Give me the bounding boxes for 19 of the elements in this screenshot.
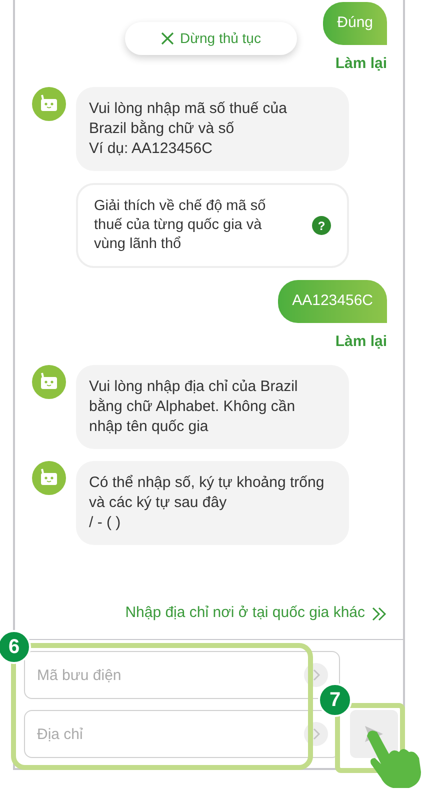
help-icon: ? [312,216,331,235]
other-country-link[interactable]: Nhập địa chỉ nơi ở tại quốc gia khác [125,602,365,625]
stop-procedure-button[interactable]: Dừng thủ tục [125,22,297,55]
close-icon [161,32,174,45]
info-card[interactable]: Giải thích về chế độ mã số thuế của từng quốc gia và vùng lãnh thổ ? [76,183,349,268]
double-chevron-icon [371,606,387,620]
bot-message-bubble: Vui lòng nhập mã số thuế của Brazil bằng chữ và số Ví dụ: AA123456C [76,87,349,171]
bot-message-bubble: Có thể nhập số, ký tự khoảng trống và các ký tự sau đây / - ( ) [76,461,349,545]
robot-avatar-icon [32,365,66,399]
robot-avatar-icon [32,461,66,495]
chevron-circle-icon[interactable] [304,663,328,687]
bot-message-bubble: Vui lòng nhập địa chỉ của Brazil bằng chữ Alphabet. Không cần nhập tên quốc gia [76,365,349,449]
retry-link[interactable]: Làm lại [335,52,387,75]
user-message-bubble: Đúng [323,2,387,44]
robot-avatar-icon [32,87,66,121]
step-badge: 6 [0,630,31,664]
chevron-circle-icon[interactable] [304,722,328,746]
user-message-bubble: AA123456C [278,280,387,322]
retry-link[interactable]: Làm lại [335,330,387,353]
